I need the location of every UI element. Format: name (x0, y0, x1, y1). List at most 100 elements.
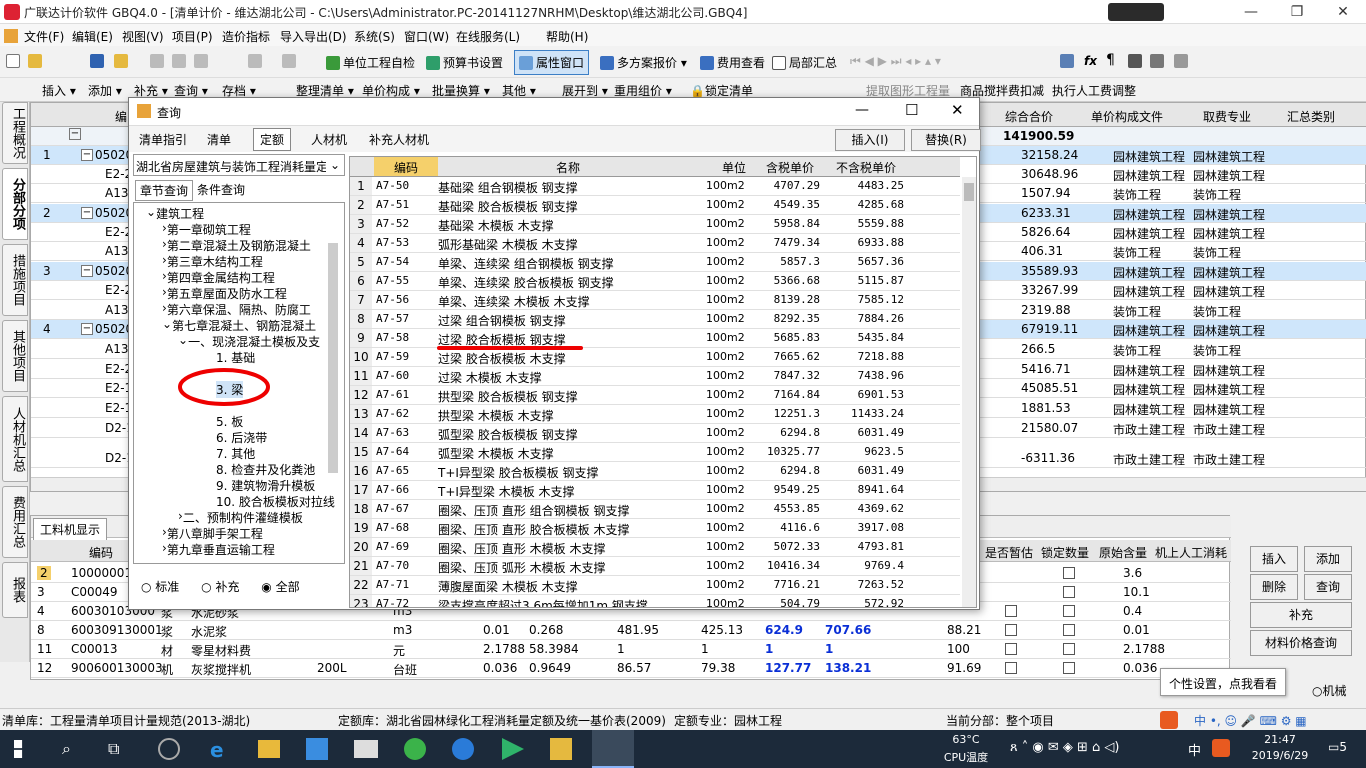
new-icon[interactable] (6, 54, 23, 68)
labor-fee-adjust-button[interactable]: 执行人工费调整 (1052, 82, 1136, 99)
tree-node-cast-formwork[interactable]: ⌄ 一、现浇混凝土模板及支 (178, 333, 320, 349)
tree-node-ch5[interactable]: › 第五章屋面及防水工程 (162, 285, 287, 301)
tree-node-inspection-well[interactable]: 8. 检查井及化粪池 (216, 461, 315, 478)
resource-row[interactable]: 11 C00013 材零星材料费元 2.1788 58.3984 1 1 1 1 100 2.178… (31, 640, 1231, 659)
tab-chapter-query[interactable]: 章节查询 (135, 180, 194, 201)
menu-project[interactable]: 项目(P) (172, 28, 213, 45)
undo-icon[interactable] (248, 54, 265, 68)
quota-scroll-thumb[interactable] (964, 183, 974, 201)
budget-settings-button[interactable]: 预算书设置 (426, 54, 503, 71)
edge-icon[interactable]: e (210, 738, 224, 762)
taskbar-ime[interactable]: 中 (1188, 740, 1201, 759)
collapse-icon[interactable]: − (81, 149, 93, 161)
nav-arrows-icon[interactable]: ⏮ ◀ ▶ ⏭ ◂ ▸ ▴ ▾ (850, 54, 941, 69)
menu-file[interactable]: 文件(F) (24, 28, 64, 45)
quota-row[interactable]: 2 A7-51 基础梁 胶合板模板 钢支撑 100m2 4549.35 4285.68 (350, 196, 960, 215)
grid-icon[interactable] (1128, 54, 1145, 68)
mail-icon[interactable] (354, 740, 378, 758)
tree-node-ch3[interactable]: › 第三章木结构工程 (162, 253, 263, 269)
quota-row[interactable]: 3 A7-52 基础梁 木模板 木支撑 100m2 5958.84 5559.88 (350, 215, 960, 234)
quota-row[interactable]: 11 A7-60 过梁 木模板 木支撑 100m2 7847.32 7438.96 (350, 367, 960, 386)
lock-checkbox[interactable] (1063, 605, 1075, 617)
quota-row[interactable]: 16 A7-65 T+I异型梁 胶合板模板 钢支撑 100m2 6294.8 6031.4… (350, 462, 960, 481)
dialog-maximize-icon[interactable]: ☐ (905, 101, 918, 119)
property-window-button[interactable]: 属性窗口 (514, 50, 590, 75)
tab-quota[interactable]: 定额 (253, 128, 292, 151)
paste-icon[interactable] (194, 54, 211, 68)
formula-icon[interactable]: fx (1084, 54, 1097, 68)
tab-list[interactable]: 清单 (205, 130, 233, 149)
search-icon[interactable]: ⌕ (62, 739, 71, 759)
dialog-replace-button[interactable]: 替换(R) (911, 129, 981, 151)
menu-cost-index[interactable]: 造价指标 (222, 28, 270, 45)
app-360-icon[interactable] (158, 738, 180, 760)
multi-plan-quote-button[interactable]: 多方案报价 ▾ (600, 54, 687, 71)
tab-other-items[interactable]: 其他项目 (2, 320, 28, 392)
browser-icon[interactable] (404, 738, 426, 760)
quota-row[interactable]: 15 A7-64 弧型梁 木模板 木支撑 100m2 10325.77 9623.5 (350, 443, 960, 462)
tree-node-slip-form[interactable]: 9. 建筑物滑升模板 (216, 477, 315, 494)
save-as-icon[interactable] (114, 54, 131, 68)
unit-self-check-button[interactable]: 单位工程自检 (326, 54, 415, 71)
gbq-task-icon[interactable] (592, 730, 634, 768)
res-add-button[interactable]: 添加 (1304, 546, 1352, 572)
estimate-checkbox[interactable] (1005, 605, 1017, 617)
radio-standard[interactable]: ○ 标准 (141, 580, 179, 594)
cut-icon[interactable] (150, 54, 167, 68)
quota-row[interactable]: 6 A7-55 单梁、连续梁 胶合板模板 钢支撑 100m2 5366.68 5115.8… (350, 272, 960, 291)
quota-row[interactable]: 10 A7-59 过梁 胶合板模板 木支撑 100m2 7665.62 7218.88 (350, 348, 960, 367)
tree-node-ch4[interactable]: › 第四章金属结构工程 (162, 269, 275, 285)
quota-row[interactable]: 17 A7-66 T+I异型梁 木模板 木支撑 100m2 9549.25 8941.64 (350, 481, 960, 500)
tree-node-ch7[interactable]: ⌄ 第七章混凝土、钢筋混凝土 (162, 317, 316, 333)
dialog-minimize-icon[interactable]: — (855, 102, 869, 118)
tab-list-guide[interactable]: 清单指引 (137, 130, 189, 149)
res-supplement-button[interactable]: 补充 (1250, 602, 1352, 628)
estimate-checkbox[interactable] (1005, 662, 1017, 674)
quota-vscrollbar[interactable] (962, 177, 976, 607)
quota-row[interactable]: 22 A7-71 薄腹屋面梁 木模板 木支撑 100m2 7716.21 7263.52 (350, 576, 960, 595)
tab-resource-display[interactable]: 工料机显示 (33, 518, 108, 541)
tree-node-ch6[interactable]: › 第六章保温、隔热、防腐工 (162, 301, 311, 317)
ime-toolbar-icon[interactable]: 中 •, ☺ 🎤 ⌨ ⚙ ▦ (1194, 712, 1307, 729)
tree-vscrollbar[interactable] (328, 243, 338, 473)
quota-row[interactable]: 19 A7-68 圈梁、压顶 直形 胶合板模板 木支撑 100m2 4116.6 3917… (350, 519, 960, 538)
tab-condition-query[interactable]: 条件查询 (197, 181, 245, 198)
menu-import-export[interactable]: 导入导出(D) (280, 28, 347, 45)
quota-row[interactable]: 20 A7-69 圈梁、压顶 直形 木模板 木支撑 100m2 5072.33 4793.… (350, 538, 960, 557)
dialog-close-icon[interactable]: ✕ (951, 101, 964, 119)
quota-row[interactable]: 23 A7-72 梁支撑高度超过3.6m每增加1m 钢支撑 100m2 504.79 57… (350, 595, 960, 607)
menu-window[interactable]: 窗口(W) (404, 28, 449, 45)
quota-row[interactable]: 18 A7-67 圈梁、压顶 直形 组合钢模板 钢支撑 100m2 4553.85 436… (350, 500, 960, 519)
res-insert-button[interactable]: 插入 (1250, 546, 1298, 572)
quota-row[interactable]: 14 A7-63 弧型梁 胶合板模板 钢支撑 100m2 6294.8 6031.49 (350, 424, 960, 443)
tree-node-ch8[interactable]: › 第八章脚手架工程 (162, 525, 263, 541)
tab-reports[interactable]: 报表 (2, 562, 28, 618)
quota-row[interactable]: 4 A7-53 弧形基础梁 木模板 木支撑 100m2 7479.34 6933.88 (350, 234, 960, 253)
menu-online[interactable]: 在线服务(L) (456, 28, 520, 45)
tab-labor-material-machine[interactable]: 人材机 (309, 130, 349, 149)
restore-icon[interactable]: ❐ (1274, 0, 1320, 24)
estimate-checkbox[interactable] (1005, 643, 1017, 655)
lock-checkbox[interactable] (1063, 567, 1075, 579)
menu-help[interactable]: 帮助(H) (546, 28, 588, 45)
doc-icon[interactable] (1174, 54, 1191, 68)
lock-checkbox[interactable] (1063, 662, 1075, 674)
machine-radio[interactable]: ○机械 (1312, 682, 1347, 699)
estimate-checkbox[interactable] (1005, 624, 1017, 636)
menu-edit[interactable]: 编辑(E) (72, 28, 113, 45)
notification-icon[interactable]: ▭5 (1328, 740, 1347, 754)
quota-row[interactable]: 12 A7-61 拱型梁 胶合板模板 钢支撑 100m2 7164.84 6901.53 (350, 386, 960, 405)
tree-node-slab[interactable]: 5. 板 (216, 413, 243, 430)
collapse-icon[interactable]: − (81, 265, 93, 277)
tab-labor-material[interactable]: 人材机汇总 (2, 396, 28, 482)
tree-node-other[interactable]: 7. 其他 (216, 445, 255, 462)
tree-node-post-pour[interactable]: 6. 后浇带 (216, 429, 267, 446)
quota-row[interactable]: 21 A7-70 圈梁、压顶 弧形 木模板 木支撑 100m2 10416.34 9769… (350, 557, 960, 576)
lock-checkbox[interactable] (1063, 586, 1075, 598)
quota-row[interactable]: 8 A7-57 过梁 组合钢模板 钢支撑 100m2 8292.35 7884.26 (350, 310, 960, 329)
quota-row[interactable]: 5 A7-54 单梁、连续梁 组合钢模板 钢支撑 100m2 5857.3 5657.36 (350, 253, 960, 272)
tree-node-foundation[interactable]: 1. 基础 (216, 349, 255, 366)
tree-node-precast[interactable]: › 二、预制构件灌缝模板 (178, 509, 303, 525)
quota-row[interactable]: 1 A7-50 基础梁 组合钢模板 钢支撑 100m2 4707.29 4483.25 (350, 177, 960, 196)
store-icon[interactable] (306, 738, 328, 760)
